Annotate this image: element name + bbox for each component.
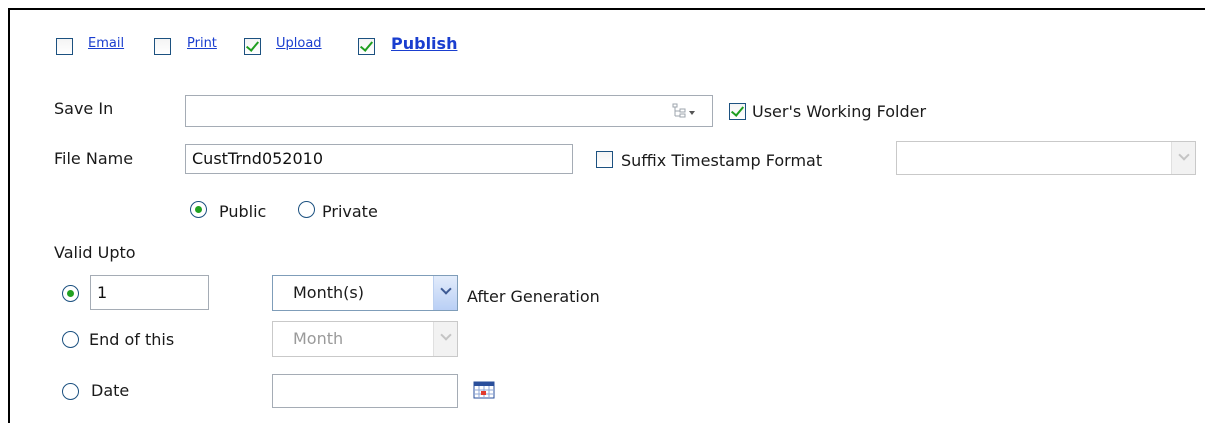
email-link[interactable]: Email (88, 36, 124, 51)
date-input[interactable] (272, 374, 458, 408)
chevron-down-icon (1171, 142, 1195, 174)
dialog-frame (8, 8, 1205, 423)
file-name-label: File Name (54, 149, 134, 168)
chevron-down-icon (433, 322, 457, 356)
end-of-unit-value: Month (293, 329, 344, 348)
date-radio[interactable] (62, 383, 79, 400)
calendar-button[interactable] (473, 380, 495, 400)
folder-tree-icon (672, 103, 695, 118)
after-radio[interactable] (62, 285, 79, 302)
timestamp-format-select[interactable] (896, 141, 1196, 175)
save-in-input[interactable] (185, 95, 713, 127)
folder-tree-button[interactable] (668, 96, 712, 126)
duration-unit-select[interactable]: Month(s) (272, 275, 458, 311)
calendar-icon (473, 381, 495, 399)
public-radio[interactable] (190, 201, 207, 218)
save-in-label: Save In (54, 99, 114, 118)
chevron-down-icon (433, 276, 457, 310)
print-link[interactable]: Print (187, 36, 217, 51)
end-of-this-radio[interactable] (62, 331, 79, 348)
valid-upto-label: Valid Upto (54, 243, 136, 262)
end-of-this-label: End of this (89, 330, 175, 349)
file-name-input[interactable]: CustTrnd052010 (185, 144, 573, 174)
suffix-timestamp-label: Suffix Timestamp Format (621, 151, 823, 170)
users-working-folder-label: User's Working Folder (752, 102, 927, 121)
upload-checkbox[interactable] (244, 38, 261, 55)
users-working-folder-checkbox[interactable] (729, 103, 746, 120)
end-of-unit-select[interactable]: Month (272, 321, 458, 357)
publish-link[interactable]: Publish (391, 34, 457, 53)
upload-link[interactable]: Upload (276, 36, 322, 51)
private-label: Private (322, 202, 378, 221)
publish-checkbox[interactable] (358, 38, 375, 55)
duration-input[interactable]: 1 (90, 275, 209, 310)
private-radio[interactable] (298, 201, 315, 218)
after-generation-label: After Generation (467, 287, 600, 306)
print-checkbox[interactable] (154, 38, 171, 55)
suffix-timestamp-checkbox[interactable] (596, 151, 613, 168)
duration-unit-value: Month(s) (293, 283, 364, 302)
date-label: Date (91, 381, 130, 400)
public-label: Public (219, 202, 267, 221)
email-checkbox[interactable] (56, 38, 73, 55)
